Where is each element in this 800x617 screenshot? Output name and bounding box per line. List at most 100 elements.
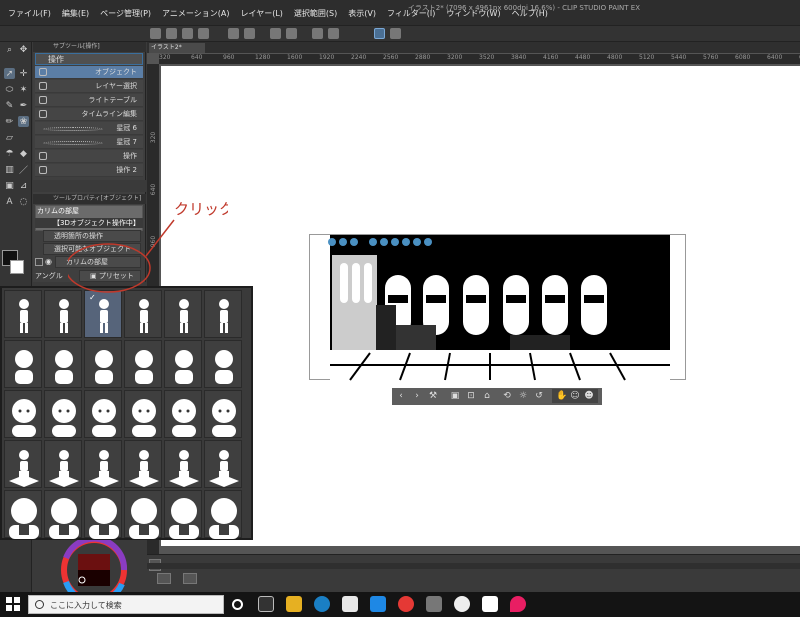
preset-cell[interactable]: [4, 340, 42, 388]
zoom-tool-icon[interactable]: ⌕: [4, 44, 15, 55]
menu-item[interactable]: 表示(V): [348, 8, 376, 19]
preset-cell[interactable]: [84, 440, 122, 488]
preset-cell[interactable]: [124, 340, 162, 388]
preset-cell[interactable]: [164, 340, 202, 388]
wand-tool-icon[interactable]: ✶: [18, 84, 29, 95]
figure-save-icon[interactable]: ☻: [584, 391, 594, 401]
preset-cell[interactable]: [204, 440, 242, 488]
hand-pose-icon[interactable]: ✋: [556, 391, 567, 401]
next-icon[interactable]: ›: [412, 391, 422, 401]
preset-cell[interactable]: [4, 490, 42, 539]
app-icon[interactable]: [482, 596, 498, 612]
fit-icon[interactable]: ⊡: [466, 391, 476, 401]
figure-pose-icon[interactable]: ☺: [570, 391, 580, 401]
subtool-item[interactable]: オブジェクト: [35, 66, 143, 79]
eraser-tool-icon[interactable]: ▱: [4, 132, 15, 143]
frame-tool-icon[interactable]: ▣: [4, 180, 15, 191]
snap-special-icon[interactable]: [390, 28, 401, 39]
pencil-tool-icon[interactable]: ✏: [4, 116, 15, 127]
clip-studio-icon[interactable]: [426, 596, 442, 612]
light-icon[interactable]: ☼: [518, 391, 528, 401]
preset-dropdown[interactable]: ▣ プリセット: [79, 270, 141, 282]
clip-studio-paint-icon[interactable]: [454, 596, 470, 612]
preset-cell[interactable]: [44, 390, 82, 438]
document-tab[interactable]: イラスト2*: [149, 43, 205, 53]
preset-cell[interactable]: [44, 440, 82, 488]
preset-cell[interactable]: [204, 340, 242, 388]
visibility-eye-icon[interactable]: ◉: [45, 258, 54, 266]
subtool-item[interactable]: レイヤー選択: [35, 80, 143, 93]
chrome-icon[interactable]: [398, 596, 414, 612]
ruler-tool-icon[interactable]: ⊿: [18, 180, 29, 191]
transparent-operation-dropdown[interactable]: 透明箇所の操作: [43, 230, 141, 242]
move-tool-icon[interactable]: ✥: [18, 44, 29, 55]
timeline-scrollbar[interactable]: [147, 563, 800, 569]
preset-cell[interactable]: [164, 490, 202, 539]
preset-cell[interactable]: [124, 290, 162, 338]
subtool-item[interactable]: 星冠 7: [35, 136, 143, 149]
layer-toggle-icon[interactable]: [157, 573, 171, 584]
paint-drop-icon[interactable]: [510, 596, 526, 612]
preset-cell[interactable]: [4, 390, 42, 438]
preset-cell[interactable]: [204, 290, 242, 338]
lasso-tool-icon[interactable]: ⬭: [4, 84, 15, 95]
camera-view-icon[interactable]: ▣: [450, 391, 460, 401]
undo-icon[interactable]: [228, 28, 239, 39]
preset-cell[interactable]: [124, 390, 162, 438]
preset-cell[interactable]: [4, 440, 42, 488]
save-icon[interactable]: [198, 28, 209, 39]
cortana-icon[interactable]: [232, 599, 243, 610]
clear-icon[interactable]: [270, 28, 281, 39]
fill-tool-icon[interactable]: ◆: [18, 148, 29, 159]
preset-cell[interactable]: ✓: [84, 290, 122, 338]
pen-tool-icon[interactable]: ✒: [18, 100, 29, 111]
menu-item[interactable]: ファイル(F): [8, 8, 51, 19]
snap-ruler-icon[interactable]: [374, 28, 385, 39]
subtool-item[interactable]: 星冠 6: [35, 122, 143, 135]
expand-icon[interactable]: [35, 258, 43, 266]
prev-icon[interactable]: ‹: [396, 391, 406, 401]
ground-icon[interactable]: ⌂: [482, 391, 492, 401]
balloon-tool-icon[interactable]: ◌: [18, 196, 29, 207]
preset-cell[interactable]: [204, 390, 242, 438]
task-view-icon[interactable]: [258, 596, 274, 612]
mail-icon[interactable]: [370, 596, 386, 612]
preset-cell[interactable]: [84, 390, 122, 438]
subtool-item[interactable]: ライトテーブル: [35, 94, 143, 107]
menu-item[interactable]: ページ管理(P): [100, 8, 151, 19]
new-icon[interactable]: [166, 28, 177, 39]
blend-tool-icon[interactable]: ☂: [4, 148, 15, 159]
file-explorer-icon[interactable]: [286, 596, 302, 612]
reset-icon[interactable]: ↺: [534, 391, 544, 401]
subtool-item[interactable]: 操作: [35, 150, 143, 163]
eyedropper-icon[interactable]: ✎: [4, 100, 15, 111]
preset-cell[interactable]: [204, 490, 242, 539]
taskbar-search-box[interactable]: ここに入力して検索: [28, 595, 224, 614]
wrench-icon[interactable]: ⚒: [428, 391, 438, 401]
transform-toggle-icon[interactable]: [183, 573, 197, 584]
operation-tool-icon[interactable]: ➚: [4, 68, 15, 79]
menu-item[interactable]: アニメーション(A): [162, 8, 229, 19]
object-select-dropdown[interactable]: カリムの部屋: [55, 256, 141, 268]
preset-cell[interactable]: [4, 290, 42, 338]
rotate-icon[interactable]: ⟲: [502, 391, 512, 401]
sub-color-swatch[interactable]: [10, 260, 24, 274]
3d-object-preview[interactable]: [309, 234, 686, 381]
brush-tool-icon[interactable]: ❀: [18, 116, 29, 127]
edge-browser-icon[interactable]: [314, 596, 330, 612]
preset-cell[interactable]: [164, 440, 202, 488]
subtool-item[interactable]: 操作 2: [35, 164, 143, 177]
menu-item[interactable]: 選択範囲(S): [294, 8, 337, 19]
subtool-tab-operation[interactable]: 操作: [35, 53, 143, 65]
text-tool-icon[interactable]: A: [4, 196, 15, 207]
store-icon[interactable]: [342, 596, 358, 612]
menu-item[interactable]: 編集(E): [62, 8, 89, 19]
preset-cell[interactable]: [44, 290, 82, 338]
redo-icon[interactable]: [244, 28, 255, 39]
selection-icon[interactable]: [312, 28, 323, 39]
open-icon[interactable]: [182, 28, 193, 39]
preset-cell[interactable]: [164, 390, 202, 438]
selectable-object-dropdown[interactable]: 選択可能なオブジェクト: [43, 243, 141, 255]
transform-icon[interactable]: [286, 28, 297, 39]
figure-tool-icon[interactable]: ／: [18, 164, 29, 176]
